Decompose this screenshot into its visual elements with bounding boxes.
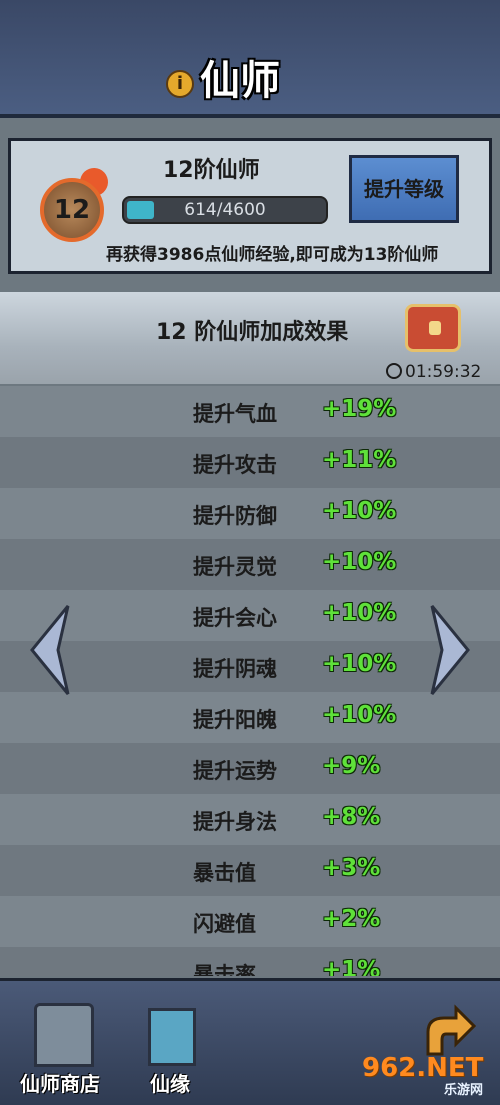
timer-text: 01:59:32	[405, 362, 482, 382]
clock-icon	[386, 363, 402, 379]
bonus-name: 提升会心	[193, 606, 277, 630]
chest-lock-icon	[429, 321, 441, 335]
bonus-row: 提升阳魄 +10%	[0, 692, 500, 743]
shop-tab-label[interactable]: 仙师商店	[20, 1068, 100, 1097]
bonus-value: +10%	[322, 600, 397, 626]
bonus-row: 提升防御 +10%	[0, 488, 500, 539]
bonus-name: 提升灵觉	[193, 555, 277, 579]
bonus-row: 暴击率 +1%	[0, 947, 500, 976]
bonus-row: 提升运势 +9%	[0, 743, 500, 794]
bonus-name: 提升阳魄	[193, 708, 277, 732]
bonus-row: 提升灵觉 +10%	[0, 539, 500, 590]
bonus-value: +11%	[322, 447, 397, 473]
upgrade-level-button[interactable]: 提升等级	[349, 155, 459, 223]
countdown-timer: 01:59:32	[386, 362, 481, 382]
exp-progress-text: 614/4600	[184, 200, 266, 220]
level-badge: 12	[40, 178, 104, 242]
bonus-value: +2%	[322, 906, 381, 932]
gift-box-icon[interactable]	[148, 1008, 196, 1066]
bonus-value: +3%	[322, 855, 381, 881]
page-title: 仙师	[200, 58, 280, 104]
bonus-name: 提升气血	[193, 402, 277, 426]
bonus-row: 暴击值 +3%	[0, 845, 500, 896]
bonus-title: 12 阶仙师加成效果	[156, 320, 349, 345]
bonus-row: 提升阴魂 +10%	[0, 641, 500, 692]
info-icon[interactable]: i	[166, 70, 194, 98]
bonus-row: 提升攻击 +11%	[0, 437, 500, 488]
bonus-name: 提升防御	[193, 504, 277, 528]
bonus-value: +9%	[322, 753, 381, 779]
bonus-value: +8%	[322, 804, 381, 830]
bonus-name: 暴击率	[193, 963, 256, 976]
bonus-name: 提升运势	[193, 759, 277, 783]
bonus-value: +10%	[322, 549, 397, 575]
treasure-chest-icon[interactable]	[405, 304, 461, 352]
bonus-row: 闪避值 +2%	[0, 896, 500, 947]
site-watermark: 962.NET 乐游网	[362, 1053, 494, 1101]
bonus-value: +10%	[322, 498, 397, 524]
rank-name: 12阶仙师	[163, 158, 260, 183]
next-arrow-icon[interactable]	[430, 604, 472, 696]
bonus-row: 提升气血 +19%	[0, 386, 500, 437]
shop-building-icon[interactable]	[34, 1003, 94, 1067]
bonus-row: 提升会心 +10%	[0, 590, 500, 641]
bonus-value: +19%	[322, 396, 397, 422]
bonus-name: 提升阴魂	[193, 657, 277, 681]
bonus-value: +10%	[322, 702, 397, 728]
bonus-name: 提升身法	[193, 810, 277, 834]
prev-arrow-icon[interactable]	[28, 604, 70, 696]
watermark-sub: 乐游网	[444, 1083, 484, 1098]
bonus-name: 闪避值	[193, 912, 256, 936]
fate-tab-label[interactable]: 仙缘	[150, 1068, 190, 1097]
bonus-row: 提升身法 +8%	[0, 794, 500, 845]
exp-progress-bar: 614/4600	[122, 196, 328, 224]
bonus-value: +10%	[322, 651, 397, 677]
bonus-name: 暴击值	[193, 861, 256, 885]
bonus-value: +1%	[322, 957, 381, 976]
bonus-name: 提升攻击	[193, 453, 277, 477]
exp-hint-text: 再获得3986点仙师经验,即可成为13阶仙师	[106, 245, 439, 265]
bonus-list[interactable]: 提升气血 +19% 提升攻击 +11% 提升防御 +10% 提升灵觉 +10% 提升会心 +10%…	[0, 386, 500, 976]
